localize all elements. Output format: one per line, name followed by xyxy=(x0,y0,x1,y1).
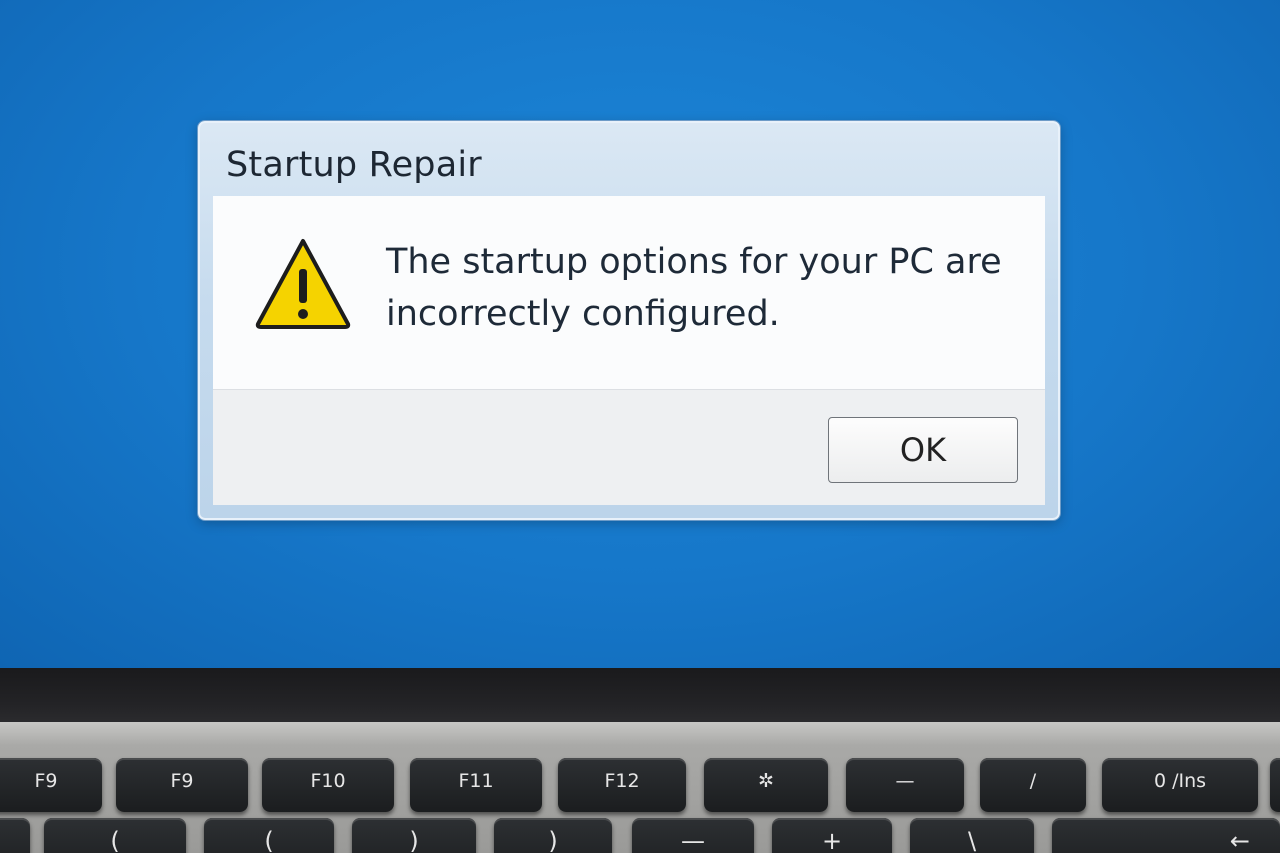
key-ins[interactable]: 0 /Ins xyxy=(1102,758,1258,812)
desktop-screen: Startup Repair The startup options for y… xyxy=(0,0,1280,668)
ok-button[interactable]: OK xyxy=(828,417,1018,483)
warning-icon xyxy=(255,239,351,329)
dialog-message: The startup options for your PC are inco… xyxy=(386,242,1002,334)
dialog-title: Startup Repair xyxy=(226,145,482,185)
key-dash[interactable]: — xyxy=(632,818,754,853)
key-f12[interactable]: F12 xyxy=(558,758,686,812)
key-paren-close-2[interactable]: ) xyxy=(494,818,612,853)
key-edge[interactable] xyxy=(1270,758,1280,812)
startup-repair-dialog: Startup Repair The startup options for y… xyxy=(198,121,1060,520)
key-brightness[interactable]: ✲ xyxy=(704,758,828,812)
key-slash[interactable]: / xyxy=(980,758,1086,812)
key-edge-left[interactable] xyxy=(0,818,30,853)
key-f10[interactable]: F10 xyxy=(262,758,394,812)
key-paren-open[interactable]: ( xyxy=(204,818,334,853)
dialog-footer: OK xyxy=(213,390,1045,505)
key-paren-left[interactable]: ( xyxy=(44,818,186,853)
keyboard-deck: F9 F9 F10 F11 F12 ✲ — / 0 /Ins ( ( ) ) —… xyxy=(0,722,1280,853)
key-minus[interactable]: — xyxy=(846,758,964,812)
laptop-bezel xyxy=(0,668,1280,728)
key-f9[interactable]: F9 xyxy=(116,758,248,812)
dialog-content: The startup options for your PC are inco… xyxy=(213,196,1045,390)
key-f11[interactable]: F11 xyxy=(410,758,542,812)
key-paren-close[interactable]: ) xyxy=(352,818,476,853)
key-f9-left[interactable]: F9 xyxy=(0,758,102,812)
key-backspace[interactable]: ← xyxy=(1052,818,1280,853)
key-backslash[interactable]: \ xyxy=(910,818,1034,853)
key-plus[interactable]: + xyxy=(772,818,892,853)
